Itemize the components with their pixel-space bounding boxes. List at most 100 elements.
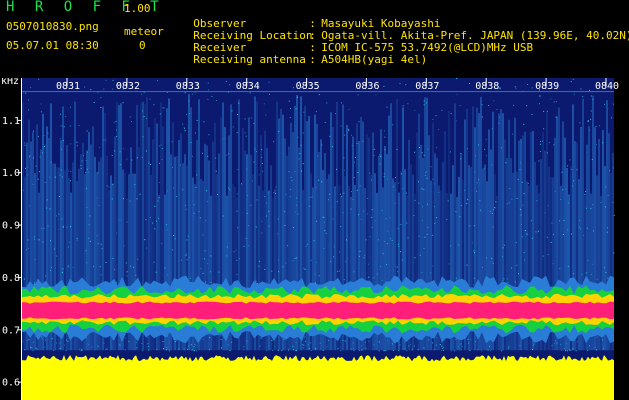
speckle [55,255,57,257]
speckle [283,339,285,340]
speckle [340,125,342,127]
speckle [125,262,127,264]
speckle [458,244,460,246]
speckle [450,113,452,114]
speckle [446,219,448,220]
speckle [477,349,479,351]
speckle [455,211,457,213]
speckle [202,234,204,236]
speckle [342,340,344,341]
speckle [41,227,43,229]
speckle [474,171,476,173]
speckle [494,207,496,209]
speckle [59,174,61,176]
speckle [126,221,128,223]
speckle [215,170,217,172]
speckle [124,349,126,351]
speckle [187,348,188,350]
speckle [389,217,391,219]
speckle [90,89,92,91]
speckle [248,245,250,247]
speckle [149,98,151,100]
speckle [288,171,290,173]
speckle [269,93,270,95]
speckle [447,200,449,202]
speckle [209,349,210,351]
speckle [540,150,541,152]
speckle [358,214,360,216]
noise-floor [22,355,614,400]
speckle [527,233,529,235]
speckle [345,260,347,262]
speckle [553,101,555,103]
speckle [126,275,128,277]
speckle [266,215,267,217]
speckle [105,139,107,141]
speckle [466,264,468,266]
speckle [514,281,516,283]
speckle [236,132,238,134]
speckle [255,279,257,281]
speckle [131,121,132,122]
speckle [101,248,103,250]
speckle [195,186,197,188]
x-tick-label: 0833 [176,81,200,92]
speckle [356,189,358,191]
speckle [124,337,126,339]
speckle [318,179,320,181]
speckle [42,152,43,154]
speckle [218,271,220,273]
speckle [225,80,227,82]
speckle [261,163,263,164]
speckle [226,154,228,156]
speckle [210,255,212,257]
speckle [154,205,156,207]
info-separator: : [309,53,316,66]
speckle [386,263,388,265]
speckle [394,202,396,204]
speckle [85,160,87,162]
speckle [273,141,275,143]
speckle [552,263,554,265]
speckle [28,109,29,111]
speckle [343,192,345,194]
speckle [105,79,107,81]
speckle [353,271,355,273]
band-core [22,301,614,320]
speckle [353,350,355,352]
info-row-antenna: Receiving antenna: A504HB(yagi 4el) [180,40,427,66]
speckle [275,186,277,188]
speckle [364,347,366,349]
speckle [54,176,56,178]
speckle [186,239,188,241]
speckle [267,192,269,194]
speckle [207,82,209,84]
speckle [70,143,72,145]
speckle [565,188,567,190]
speckle [294,211,296,213]
speckle [385,350,387,351]
speckle [156,220,157,222]
speckle [61,218,63,220]
speckle [28,205,30,207]
speckle [114,269,116,271]
speckle [315,111,317,113]
speckle [198,211,200,212]
speckle [172,187,174,189]
speckle [329,135,331,137]
speckle [136,157,138,159]
speckle [237,169,239,171]
speckle [418,235,420,237]
speckle [335,113,336,115]
speckle [492,262,494,264]
speckle [344,134,346,136]
speckle [460,349,462,351]
speckle [195,92,197,94]
speckle [299,153,301,155]
speckle [352,199,354,201]
speckle [363,257,365,259]
speckle [27,247,29,249]
speckle [238,102,240,104]
speckle [63,126,65,128]
speckle [560,199,562,200]
